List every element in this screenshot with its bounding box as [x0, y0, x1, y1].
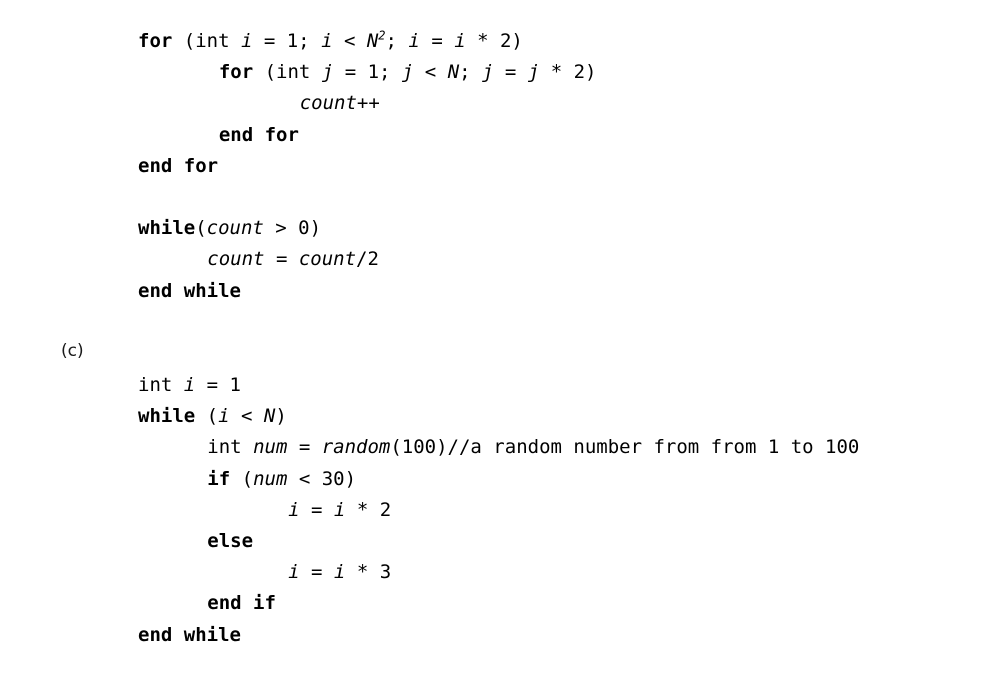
- code-token-plain: =: [287, 436, 322, 459]
- code-token-var: i: [321, 30, 333, 52]
- code-line: int i = 1: [138, 370, 859, 401]
- code-token-plain: * 2): [465, 30, 523, 52]
- code-token-plain: int: [138, 374, 184, 396]
- code-token-plain: (: [195, 217, 207, 240]
- code-token-kw: while: [138, 405, 196, 428]
- code-token-plain: <: [229, 405, 264, 428]
- code-token-var: i: [288, 498, 300, 521]
- code-token-var: i: [218, 405, 230, 428]
- code-token-var: i: [288, 561, 300, 584]
- code-token-kw: while: [138, 217, 196, 240]
- code-block-block-c: int i = 1 while (i < N) int num = random(1…: [138, 370, 859, 651]
- code-token-plain: =: [299, 561, 334, 584]
- code-token-plain: <: [332, 30, 367, 52]
- code-line: while (i < N): [138, 401, 859, 432]
- code-token-kw: for: [138, 30, 173, 52]
- code-token-var: num: [253, 436, 288, 459]
- code-block-block-b: for (int i = 1; i < N2; i = i * 2) for (i…: [138, 26, 596, 307]
- code-token-kw: end while: [138, 623, 241, 646]
- code-token-plain: (int: [172, 30, 241, 52]
- code-token-var: j: [321, 61, 334, 84]
- code-token-var: i: [333, 498, 346, 521]
- code-line: count++: [138, 88, 596, 119]
- code-line: if (num < 30): [138, 464, 859, 495]
- code-token-var: count: [299, 92, 357, 115]
- code-token-plain: (: [230, 467, 254, 490]
- code-token-plain: (100)//a random number from from 1 to 10…: [390, 436, 860, 459]
- code-token-var: i: [240, 30, 253, 52]
- code-token-kw: if: [207, 467, 231, 490]
- code-token-sup: 2: [378, 28, 386, 43]
- code-token-var: N: [447, 61, 460, 84]
- pseudocode-page: for (int i = 1; i < N2; i = i * 2) for (i…: [0, 0, 1005, 673]
- code-token-plain: /2: [356, 248, 379, 271]
- code-token-var: count: [206, 217, 264, 240]
- code-line: end while: [138, 620, 859, 651]
- code-line: while(count > 0): [138, 213, 596, 244]
- code-token-kw: end for: [138, 154, 219, 177]
- code-token-plain: =: [264, 248, 299, 271]
- code-line: count = count/2: [138, 244, 596, 275]
- code-token-plain: > 0): [263, 217, 322, 240]
- code-token-var: count: [298, 248, 357, 271]
- code-token-plain: = 1: [195, 374, 241, 396]
- code-token-var: j: [482, 61, 494, 84]
- code-token-kw: end for: [218, 123, 299, 146]
- code-line: end if: [138, 588, 859, 619]
- code-token-plain: <: [413, 61, 448, 84]
- code-line: end for: [138, 120, 596, 151]
- code-token-plain: =: [419, 30, 455, 52]
- code-token-kw: else: [207, 530, 254, 553]
- code-token-plain: =: [299, 498, 334, 521]
- code-token-plain: = 1;: [252, 30, 322, 52]
- code-token-plain: = 1;: [333, 61, 402, 84]
- code-token-plain: (int: [253, 61, 322, 84]
- section-label-block-c: (c): [61, 341, 84, 361]
- code-line: i = i * 3: [138, 557, 859, 588]
- code-line: else: [138, 526, 859, 557]
- code-token-var: random: [321, 436, 391, 459]
- code-token-plain: int: [207, 436, 254, 459]
- code-line: for (int i = 1; i < N2; i = i * 2): [138, 26, 596, 57]
- code-token-kw: end if: [207, 592, 276, 615]
- code-line: i = i * 2: [138, 495, 859, 526]
- code-line: end for: [138, 151, 596, 182]
- code-token-plain: ;: [459, 61, 483, 84]
- code-token-plain: ++: [356, 92, 380, 115]
- code-token-var: j: [527, 61, 540, 84]
- code-token-var: i: [183, 374, 196, 396]
- code-token-var: i: [408, 30, 420, 52]
- code-token-plain: < 30): [287, 467, 357, 490]
- code-token-plain: (: [195, 405, 219, 428]
- code-token-plain: ;: [385, 30, 409, 52]
- code-token-plain: ): [275, 405, 287, 428]
- code-token-plain: * 3: [345, 561, 392, 584]
- code-token-var: count: [207, 248, 265, 271]
- code-token-kw: for: [218, 61, 254, 84]
- code-token-var: N: [263, 405, 276, 428]
- code-token-kw: end while: [138, 279, 241, 302]
- code-token-var: i: [454, 30, 466, 52]
- code-token-var: N: [366, 30, 379, 52]
- code-token-plain: * 2): [539, 61, 597, 84]
- code-token-plain: * 2: [345, 498, 392, 521]
- code-line: int num = random(100)//a random number f…: [138, 432, 859, 463]
- code-line: end while: [138, 276, 596, 307]
- code-token-var: j: [401, 61, 414, 84]
- code-token-plain: =: [493, 61, 528, 84]
- code-token-var: num: [253, 467, 288, 490]
- code-line: for (int j = 1; j < N; j = j * 2): [138, 57, 597, 88]
- code-token-var: i: [333, 561, 346, 584]
